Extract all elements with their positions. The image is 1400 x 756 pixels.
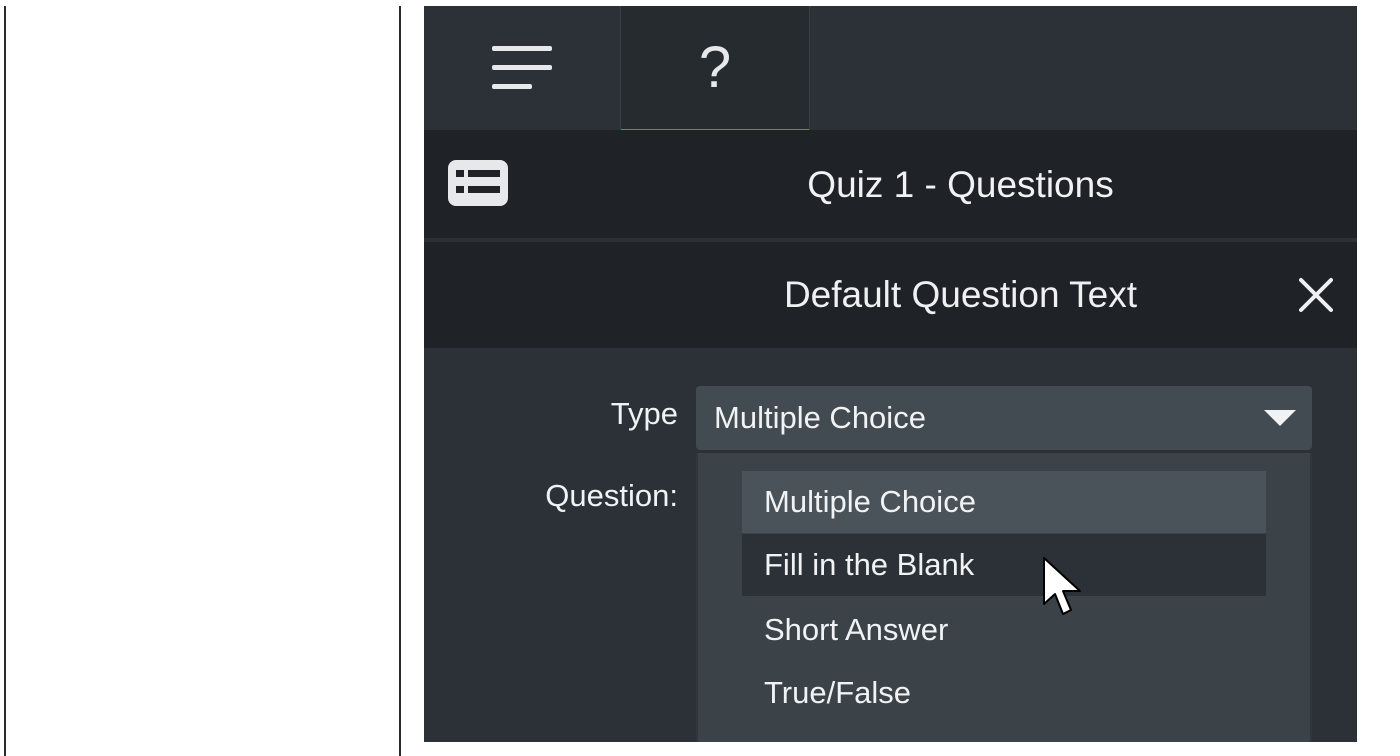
option-fill-in-the-blank[interactable]: Fill in the Blank [742, 534, 1266, 596]
option-short-answer[interactable]: Short Answer [742, 599, 1266, 661]
menu-icon [492, 46, 552, 89]
close-icon[interactable] [1297, 276, 1335, 314]
left-divider-line [4, 6, 6, 756]
caret-down-icon [1264, 410, 1296, 426]
type-label: Type [610, 396, 678, 431]
option-true-false[interactable]: True/False [742, 662, 1266, 724]
mouse-cursor-icon [1043, 557, 1081, 615]
panel-tab-bar: ? [424, 6, 1357, 134]
right-divider-line [399, 6, 401, 756]
tab-menu[interactable] [424, 6, 620, 130]
tab-help[interactable]: ? [620, 6, 810, 134]
quiz-title: Quiz 1 - Questions [807, 164, 1114, 205]
quiz-header: Quiz 1 - Questions [424, 130, 1357, 240]
quiz-panel: ? Quiz 1 - Questions Default Question Te… [424, 6, 1357, 742]
question-type-dropdown: Multiple Choice Fill in the Blank Short … [696, 453, 1312, 742]
question-type-value: Multiple Choice [714, 400, 926, 435]
question-title: Default Question Text [783, 274, 1138, 315]
help-icon: ? [698, 35, 732, 100]
question-type-select[interactable]: Multiple Choice [696, 386, 1312, 450]
question-label: Question: [545, 478, 678, 513]
option-multiple-choice[interactable]: Multiple Choice [742, 471, 1266, 533]
question-header: Default Question Text [424, 242, 1357, 348]
